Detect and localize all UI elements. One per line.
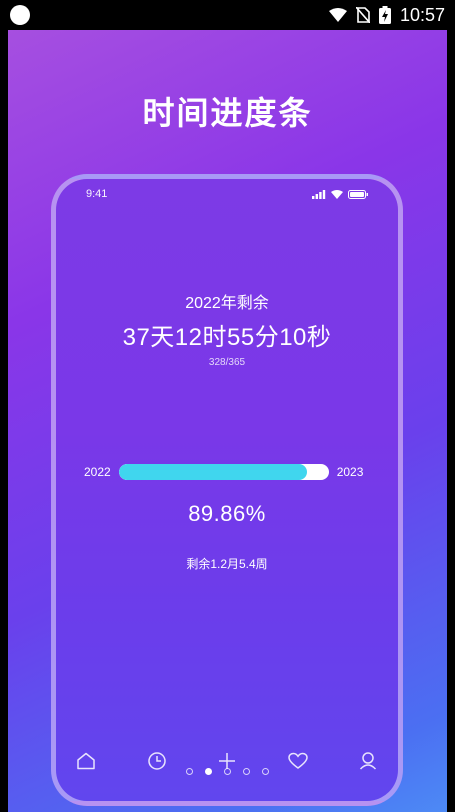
progress-percent: 89.86% [188,501,266,526]
year-progress: 2022 2023 [84,463,374,481]
remaining-label: 2022年剩余 [185,295,269,312]
pager-dot[interactable] [186,768,193,775]
notification-dot-icon [10,5,30,25]
mockup-status-bar: 9:41 [56,179,398,209]
wifi-icon [328,8,347,22]
progress-fill [118,464,308,480]
pager-dot[interactable] [243,768,250,775]
battery-icon [348,189,368,199]
pager-dot[interactable] [205,768,212,775]
status-icons: 10:57 [328,4,445,26]
battery-charging-icon [378,6,391,24]
mockup-status-icons [312,189,368,199]
promo-screen: 时间进度条 9:41 2022年剩余 37天12时55分10秒 328/365 … [8,30,447,812]
page-indicator [8,768,447,775]
remaining-countdown: 37天12时55分10秒 [122,324,332,351]
clock-time: 10:57 [399,4,445,25]
day-count: 328/365 [208,357,246,368]
no-sim-icon [355,7,370,23]
year-end-label: 2023 [336,465,364,479]
system-status-bar: 10:57 [0,0,455,30]
signal-icon [312,189,326,199]
phone-mockup: 9:41 2022年剩余 37天12时55分10秒 328/365 2022 2… [51,174,403,806]
weeks-remaining: 剩余1.2月5.4周 [186,557,268,571]
year-start-label: 2022 [84,465,111,479]
pager-dot[interactable] [224,768,231,775]
promo-title: 时间进度条 [142,94,313,132]
pager-dot[interactable] [262,768,269,775]
progress-track [118,464,329,480]
wifi-icon [331,189,343,199]
mockup-time: 9:41 [86,188,108,200]
